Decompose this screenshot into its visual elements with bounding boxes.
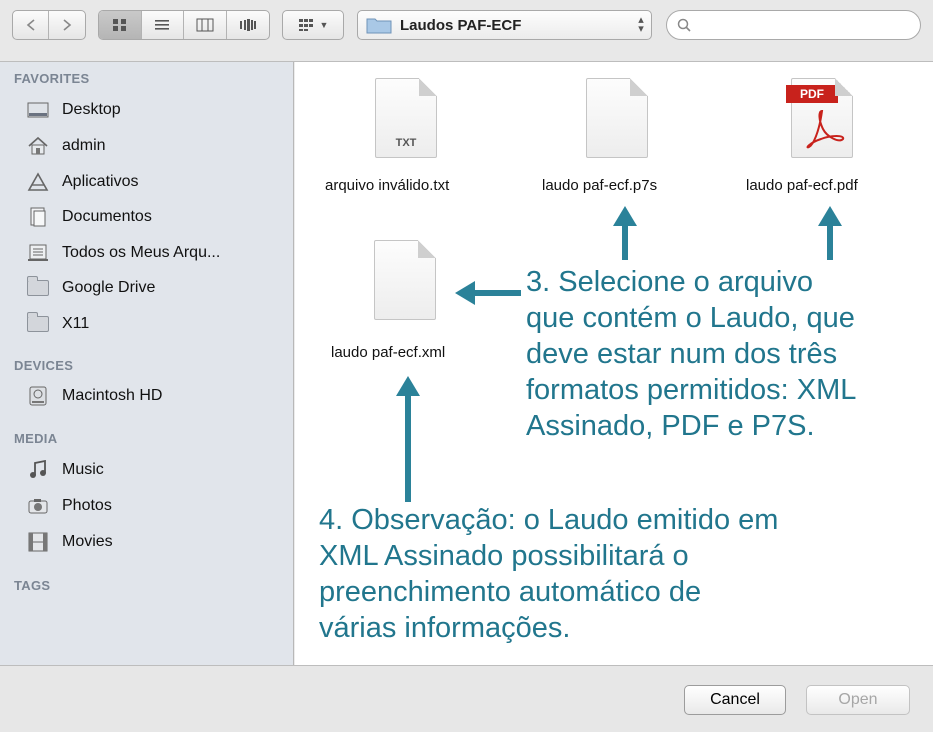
- sidebar-item-label: X11: [62, 315, 90, 332]
- hard-disk-icon: [26, 386, 50, 406]
- columns-icon: [196, 18, 214, 32]
- annotation-step-4: 4. Observação: o Laudo emitido em XML As…: [319, 502, 778, 646]
- tags-header: TAGS: [14, 578, 51, 593]
- sidebar-item-x11[interactable]: X11: [26, 310, 89, 338]
- arrange-icon: [298, 19, 313, 31]
- sidebar-item-aplicativos[interactable]: Aplicativos: [26, 168, 138, 196]
- chevron-right-icon: [63, 19, 72, 31]
- column-view-button[interactable]: [184, 11, 227, 39]
- sidebar-item-label: Photos: [62, 497, 112, 514]
- desktop-icon: [26, 100, 50, 120]
- documents-icon: [26, 207, 50, 227]
- search-field[interactable]: [666, 10, 921, 40]
- annotation-line: 4. Observação: o Laudo emitido em: [319, 504, 779, 536]
- all-files-icon: [26, 243, 50, 263]
- home-icon: [26, 136, 50, 156]
- sidebar-item-label: Google Drive: [62, 279, 156, 296]
- media-header: MEDIA: [14, 431, 58, 446]
- sidebar-item-label: Desktop: [62, 101, 121, 118]
- sidebar-item-admin[interactable]: admin: [26, 132, 106, 160]
- chevron-left-icon: [26, 19, 35, 31]
- annotation-line: Assinado, PDF e P7S.: [526, 410, 815, 442]
- sidebar-item-label: admin: [62, 137, 106, 154]
- music-icon: [26, 460, 50, 480]
- icon-grid-icon: [112, 19, 126, 31]
- location-popup[interactable]: Laudos PAF-ECF ▴ ▾: [357, 10, 652, 40]
- annotation-line: formatos permitidos: XML: [526, 374, 857, 406]
- devices-header: DEVICES: [14, 358, 74, 373]
- sidebar-item-google-drive[interactable]: Google Drive: [26, 274, 155, 302]
- camera-icon: [26, 496, 50, 516]
- annotation-step-3: 3. Selecione o arquivo que contém o Laud…: [526, 264, 856, 444]
- chevron-down-icon: ▼: [319, 20, 329, 30]
- annotation-line: várias informações.: [319, 612, 571, 644]
- applications-icon: [26, 172, 50, 192]
- sidebar: FAVORITES Desktop admin Aplicativos Docu…: [0, 62, 294, 665]
- nav-buttons: [12, 10, 86, 40]
- toolbar: ▼ Laudos PAF-ECF ▴ ▾: [0, 0, 933, 62]
- folder-icon: [366, 16, 392, 34]
- annotation-line: preenchimento automático de: [319, 576, 702, 608]
- sidebar-item-photos[interactable]: Photos: [26, 492, 112, 520]
- list-view-button[interactable]: [142, 11, 184, 39]
- sidebar-item-label: Aplicativos: [62, 173, 139, 190]
- sidebar-item-label: Music: [62, 461, 104, 478]
- folder-icon: [26, 312, 50, 334]
- arrange-button[interactable]: ▼: [282, 10, 344, 40]
- sidebar-item-desktop[interactable]: Desktop: [26, 96, 121, 124]
- annotation-line: que contém o Laudo, que: [526, 302, 855, 334]
- coverflow-view-button[interactable]: [227, 11, 269, 39]
- file-browser: TXT arquivo inválido.txt laudo paf-ecf.p…: [295, 62, 933, 665]
- updown-arrows-icon: ▴ ▾: [638, 14, 644, 35]
- folder-icon: [26, 276, 50, 298]
- back-button[interactable]: [13, 11, 50, 39]
- sidebar-item-label: Documentos: [62, 208, 152, 225]
- search-icon: [677, 18, 691, 32]
- sidebar-item-music[interactable]: Music: [26, 456, 104, 484]
- list-icon: [155, 20, 170, 30]
- coverflow-icon: [239, 19, 256, 31]
- sidebar-item-label: Movies: [62, 533, 113, 550]
- annotation-line: deve estar num dos três: [526, 338, 838, 370]
- favorites-header: FAVORITES: [14, 71, 90, 86]
- open-button[interactable]: Open: [806, 685, 910, 715]
- sidebar-item-label: Todos os Meus Arqu...: [62, 244, 221, 261]
- film-icon: [26, 532, 50, 552]
- location-label: Laudos PAF-ECF: [400, 16, 522, 34]
- icon-view-button[interactable]: [99, 11, 142, 39]
- sidebar-item-label: Macintosh HD: [62, 387, 163, 404]
- cancel-button[interactable]: Cancel: [684, 685, 786, 715]
- view-mode-segmented: [98, 10, 270, 40]
- sidebar-item-macintosh-hd[interactable]: Macintosh HD: [26, 382, 162, 410]
- forward-button[interactable]: [49, 11, 85, 39]
- sidebar-item-todos-os-meus-arquivos[interactable]: Todos os Meus Arqu...: [26, 239, 220, 267]
- dialog-footer: Cancel Open: [0, 665, 933, 732]
- sidebar-item-documentos[interactable]: Documentos: [26, 203, 152, 231]
- annotation-line: 3. Selecione o arquivo: [526, 266, 813, 298]
- annotation-line: XML Assinado possibilitará o: [319, 540, 689, 572]
- sidebar-item-movies[interactable]: Movies: [26, 528, 113, 556]
- arrange-menu[interactable]: ▼: [283, 11, 343, 39]
